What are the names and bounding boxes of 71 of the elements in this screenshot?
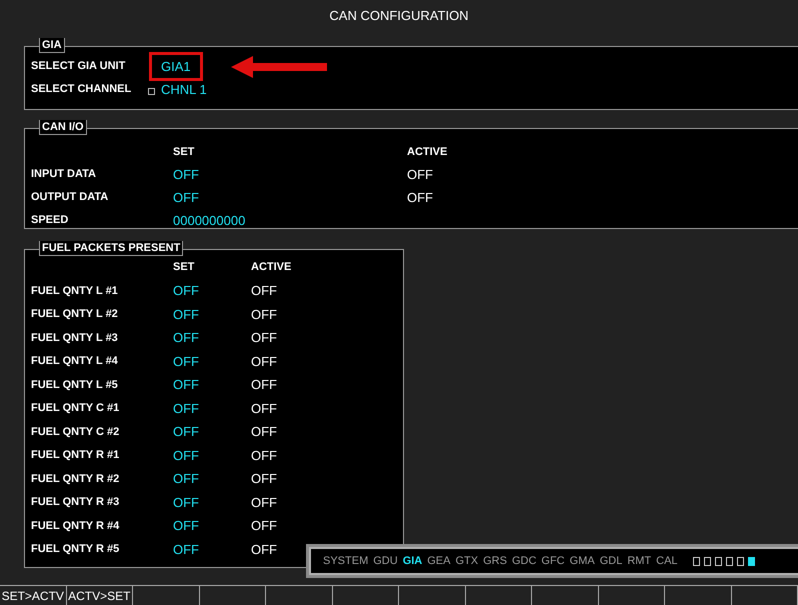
set-value[interactable]: 0000000000 bbox=[173, 212, 246, 228]
page-group-tab[interactable]: GIA bbox=[402, 552, 422, 570]
page-group-tab[interactable]: GEA bbox=[427, 552, 450, 570]
field-label: FUEL QNTY C #2 bbox=[31, 424, 120, 440]
page-group-tab[interactable]: GDL bbox=[600, 552, 622, 570]
panel-legend: CAN I/O bbox=[39, 120, 87, 135]
set-value[interactable]: OFF bbox=[173, 400, 199, 416]
set-value[interactable]: OFF bbox=[173, 494, 199, 510]
selection-field[interactable]: GIA1 bbox=[149, 52, 203, 82]
set-value[interactable]: OFF bbox=[173, 518, 199, 533]
field-label: FUEL QNTY R #3 bbox=[31, 495, 120, 510]
active-value: OFF bbox=[251, 329, 277, 347]
active-value: OFF bbox=[407, 166, 433, 184]
set-value[interactable]: OFF bbox=[173, 471, 199, 486]
field-label: FUEL QNTY L #4 bbox=[31, 354, 119, 369]
column-heading: ACTIVE bbox=[407, 144, 448, 160]
active-value: OFF bbox=[251, 306, 277, 324]
column-heading: SET bbox=[173, 144, 196, 160]
page-group-tab[interactable]: CAL bbox=[656, 552, 678, 570]
set-value[interactable]: OFF bbox=[173, 354, 199, 368]
page-group-tab[interactable]: SYSTEM bbox=[323, 552, 368, 570]
active-value: OFF bbox=[251, 352, 277, 370]
arrow-icon bbox=[230, 56, 327, 78]
active-value: OFF bbox=[251, 446, 277, 464]
page-group-tab[interactable]: GMA bbox=[570, 552, 595, 570]
active-value: OFF bbox=[251, 423, 277, 441]
softkey-button[interactable]: SET>ACTV bbox=[0, 586, 66, 605]
page-group-tab[interactable]: RMT bbox=[627, 552, 652, 570]
field-label: FUEL QNTY R #4 bbox=[31, 518, 120, 534]
set-value[interactable]: OFF bbox=[173, 377, 199, 392]
field-label: OUTPUT DATA bbox=[31, 190, 110, 206]
softkey-button[interactable]: ACTV>SET bbox=[66, 586, 133, 605]
set-value[interactable]: OFF bbox=[173, 283, 199, 298]
panel-legend: GIA bbox=[39, 38, 65, 53]
page-group-tab[interactable]: GDC bbox=[512, 552, 536, 570]
field-label: FUEL QNTY L #2 bbox=[31, 307, 119, 322]
set-value[interactable]: OFF bbox=[173, 306, 199, 322]
panel-legend: FUEL PACKETS PRESENT bbox=[39, 241, 184, 256]
active-value: OFF bbox=[251, 470, 277, 488]
active-value: OFF bbox=[251, 282, 277, 300]
field-label: FUEL QNTY L #1 bbox=[31, 284, 119, 298]
field-label: FUEL QNTY L #5 bbox=[31, 378, 119, 392]
field-label: FUEL QNTY L #3 bbox=[31, 330, 119, 346]
set-value[interactable]: OFF bbox=[173, 542, 199, 556]
field-label: FUEL QNTY R #2 bbox=[31, 472, 120, 486]
field-label: SELECT CHANNEL bbox=[31, 82, 132, 98]
field-label: SPEED bbox=[31, 213, 70, 228]
page-group-tab[interactable]: GDU bbox=[373, 552, 398, 570]
set-value[interactable]: OFF bbox=[173, 190, 199, 205]
field-label: FUEL QNTY C #1 bbox=[31, 401, 120, 416]
active-value: OFF bbox=[251, 376, 277, 394]
active-value: OFF bbox=[251, 517, 277, 535]
page-group-tab[interactable]: GFC bbox=[541, 552, 565, 570]
page-title: CAN CONFIGURATION bbox=[329, 7, 469, 25]
active-value: OFF bbox=[251, 494, 277, 512]
active-value: OFF bbox=[251, 540, 277, 558]
field-label: FUEL QNTY R #5 bbox=[31, 542, 120, 557]
page-group-tab[interactable]: GTX bbox=[455, 552, 478, 570]
set-value[interactable]: OFF bbox=[173, 424, 199, 439]
column-heading: ACTIVE bbox=[251, 260, 292, 276]
field-label: SELECT GIA UNIT bbox=[31, 59, 126, 74]
active-value: OFF bbox=[407, 188, 433, 207]
page-group-tab[interactable]: GRS bbox=[483, 552, 507, 570]
set-value[interactable]: OFF bbox=[173, 166, 199, 182]
set-value[interactable]: OFF bbox=[173, 448, 199, 462]
set-value[interactable]: OFF bbox=[173, 330, 199, 345]
column-heading: SET bbox=[173, 260, 196, 276]
field-label: FUEL QNTY R #1 bbox=[31, 448, 120, 463]
active-value: OFF bbox=[251, 400, 277, 418]
cursor-box-icon bbox=[148, 88, 155, 95]
field-label: INPUT DATA bbox=[31, 167, 97, 182]
